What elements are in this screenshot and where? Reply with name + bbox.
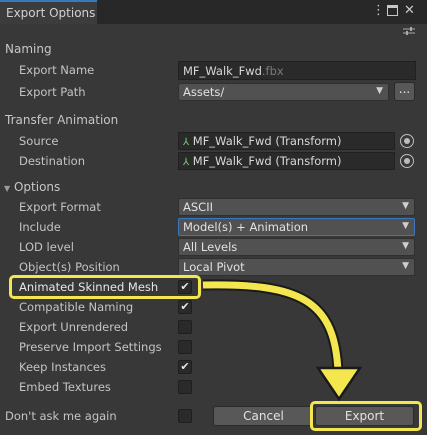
callout-arrow	[202, 279, 363, 402]
